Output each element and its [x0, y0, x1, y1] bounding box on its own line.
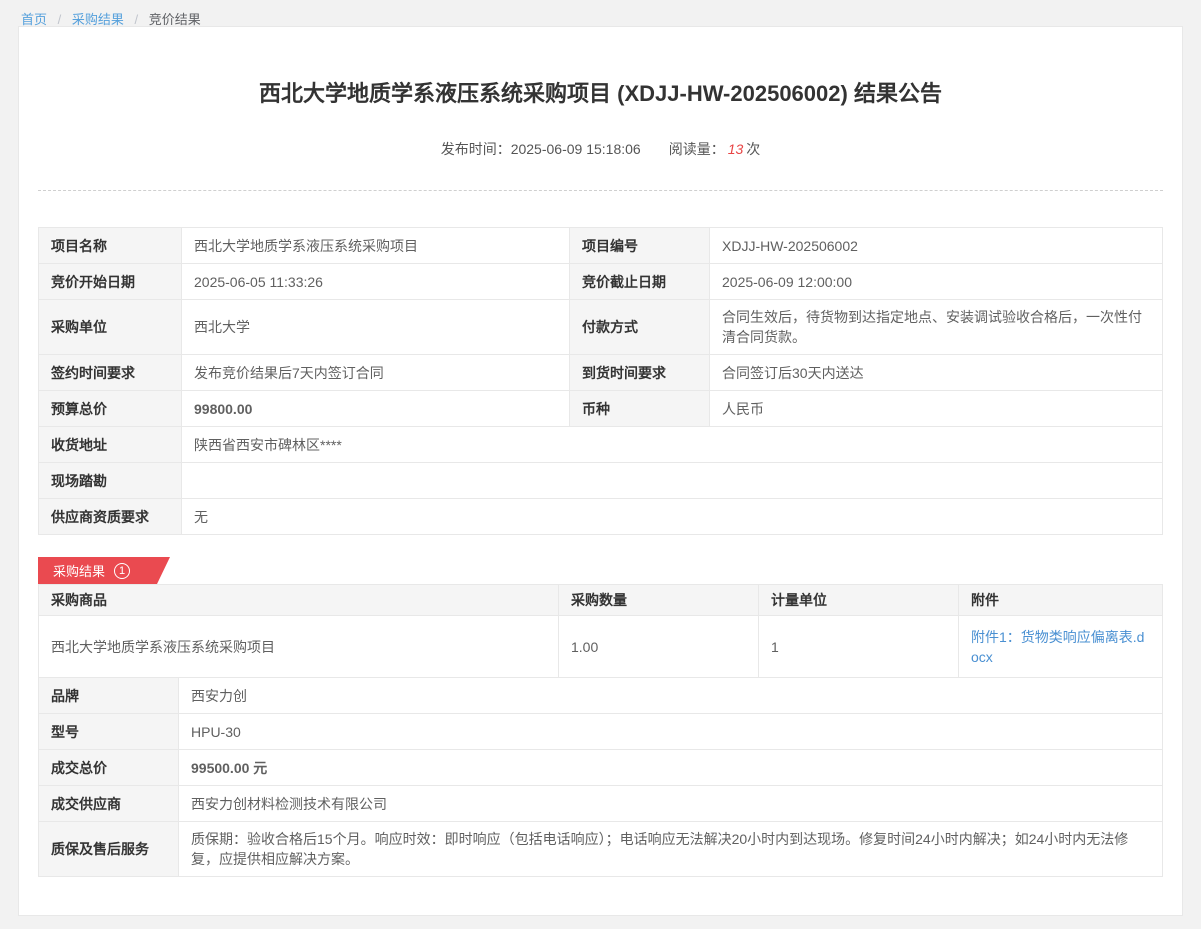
model-value: HPU-30 [179, 714, 1163, 750]
field-value: 合同生效后，待货物到达指定地点、安装调试验收合格后，一次性付清合同货款。 [710, 300, 1163, 355]
publish-time-value: 2025-06-09 15:18:06 [511, 141, 641, 157]
supplier-value: 西安力创材料检测技术有限公司 [179, 786, 1163, 822]
field-label: 供应商资质要求 [39, 499, 182, 535]
field-label: 型号 [39, 714, 179, 750]
field-label: 竞价开始日期 [39, 264, 182, 300]
field-value: 西北大学 [182, 300, 570, 355]
table-row: 成交总价 99500.00 元 [39, 750, 1163, 786]
field-label: 品牌 [39, 678, 179, 714]
field-label: 成交供应商 [39, 786, 179, 822]
deal-price-value: 99500.00 元 [179, 750, 1163, 786]
field-label: 付款方式 [570, 300, 710, 355]
badge-count: 1 [114, 563, 130, 579]
table-row: 现场踏勘 [39, 463, 1163, 499]
field-value: 无 [182, 499, 1163, 535]
unit-cell: 1 [759, 616, 959, 678]
table-row: 收货地址 陕西省西安市碑林区**** [39, 427, 1163, 463]
field-value: 西北大学地质学系液压系统采购项目 [182, 228, 570, 264]
field-value [182, 463, 1163, 499]
field-label: 项目编号 [570, 228, 710, 264]
field-value: 2025-06-05 11:33:26 [182, 264, 570, 300]
field-label: 质保及售后服务 [39, 822, 179, 877]
dashed-divider [38, 190, 1163, 191]
column-header: 附件 [959, 585, 1163, 616]
field-label: 成交总价 [39, 750, 179, 786]
breadcrumb-current: 竞价结果 [149, 12, 201, 27]
warranty-value: 质保期：验收合格后15个月。响应时效：即时响应（包括电话响应）；电话响应无法解决… [179, 822, 1163, 877]
column-header: 计量单位 [759, 585, 959, 616]
table-row: 供应商资质要求 无 [39, 499, 1163, 535]
field-label: 到货时间要求 [570, 355, 710, 391]
table-row: 采购单位 西北大学 付款方式 合同生效后，待货物到达指定地点、安装调试验收合格后… [39, 300, 1163, 355]
table-row: 项目名称 西北大学地质学系液压系统采购项目 项目编号 XDJJ-HW-20250… [39, 228, 1163, 264]
field-label: 预算总价 [39, 391, 182, 427]
budget-total-value: 99800.00 [182, 391, 570, 427]
table-row: 成交供应商 西安力创材料检测技术有限公司 [39, 786, 1163, 822]
page-title: 西北大学地质学系液压系统采购项目 (XDJJ-HW-202506002) 结果公… [38, 76, 1163, 108]
column-header: 采购数量 [559, 585, 759, 616]
views-unit: 次 [746, 141, 760, 157]
field-value: 陕西省西安市碑林区**** [182, 427, 1163, 463]
table-row: 预算总价 99800.00 币种 人民币 [39, 391, 1163, 427]
views-label: 阅读量： [669, 141, 725, 157]
project-info-table: 项目名称 西北大学地质学系液压系统采购项目 项目编号 XDJJ-HW-20250… [38, 227, 1163, 535]
table-row: 西北大学地质学系液压系统采购项目 1.00 1 附件1：货物类响应偏离表.doc… [39, 616, 1163, 678]
field-label: 币种 [570, 391, 710, 427]
breadcrumb-separator: / [135, 12, 139, 27]
purchase-result-badge: 采购结果 1 [38, 557, 170, 584]
badge-label: 采购结果 [53, 561, 105, 580]
field-label: 收货地址 [39, 427, 182, 463]
field-label: 竞价截止日期 [570, 264, 710, 300]
publish-meta: 发布时间：2025-06-09 15:18:06 阅读量：13次 [38, 139, 1163, 159]
attachment-link[interactable]: 附件1：货物类响应偏离表.docx [971, 629, 1144, 665]
field-label: 现场踏勘 [39, 463, 182, 499]
publish-time-label: 发布时间： [441, 141, 511, 157]
table-header-row: 采购商品 采购数量 计量单位 附件 [39, 585, 1163, 616]
breadcrumb: 首页 / 采购结果 / 竞价结果 [0, 0, 1201, 26]
quantity-cell: 1.00 [559, 616, 759, 678]
breadcrumb-separator: / [58, 12, 62, 27]
table-row: 签约时间要求 发布竞价结果后7天内签订合同 到货时间要求 合同签订后30天内送达 [39, 355, 1163, 391]
column-header: 采购商品 [39, 585, 559, 616]
field-value: 发布竞价结果后7天内签订合同 [182, 355, 570, 391]
announcement-card: 西北大学地质学系液压系统采购项目 (XDJJ-HW-202506002) 结果公… [18, 26, 1183, 916]
views-count: 13 [728, 141, 744, 157]
table-row: 质保及售后服务 质保期：验收合格后15个月。响应时效：即时响应（包括电话响应）；… [39, 822, 1163, 877]
field-value: 合同签订后30天内送达 [710, 355, 1163, 391]
field-value: XDJJ-HW-202506002 [710, 228, 1163, 264]
breadcrumb-results-link[interactable]: 采购结果 [72, 12, 124, 27]
table-row: 品牌 西安力创 [39, 678, 1163, 714]
product-name-cell: 西北大学地质学系液压系统采购项目 [39, 616, 559, 678]
field-value: 人民币 [710, 391, 1163, 427]
field-label: 签约时间要求 [39, 355, 182, 391]
table-row: 型号 HPU-30 [39, 714, 1163, 750]
breadcrumb-home-link[interactable]: 首页 [21, 12, 47, 27]
purchase-result-table: 采购商品 采购数量 计量单位 附件 西北大学地质学系液压系统采购项目 1.00 … [38, 584, 1163, 678]
table-row: 竞价开始日期 2025-06-05 11:33:26 竞价截止日期 2025-0… [39, 264, 1163, 300]
deal-detail-table: 品牌 西安力创 型号 HPU-30 成交总价 99500.00 元 成交供应商 … [38, 677, 1163, 877]
field-value: 2025-06-09 12:00:00 [710, 264, 1163, 300]
attachment-cell: 附件1：货物类响应偏离表.docx [959, 616, 1163, 678]
brand-value: 西安力创 [179, 678, 1163, 714]
field-label: 采购单位 [39, 300, 182, 355]
field-label: 项目名称 [39, 228, 182, 264]
